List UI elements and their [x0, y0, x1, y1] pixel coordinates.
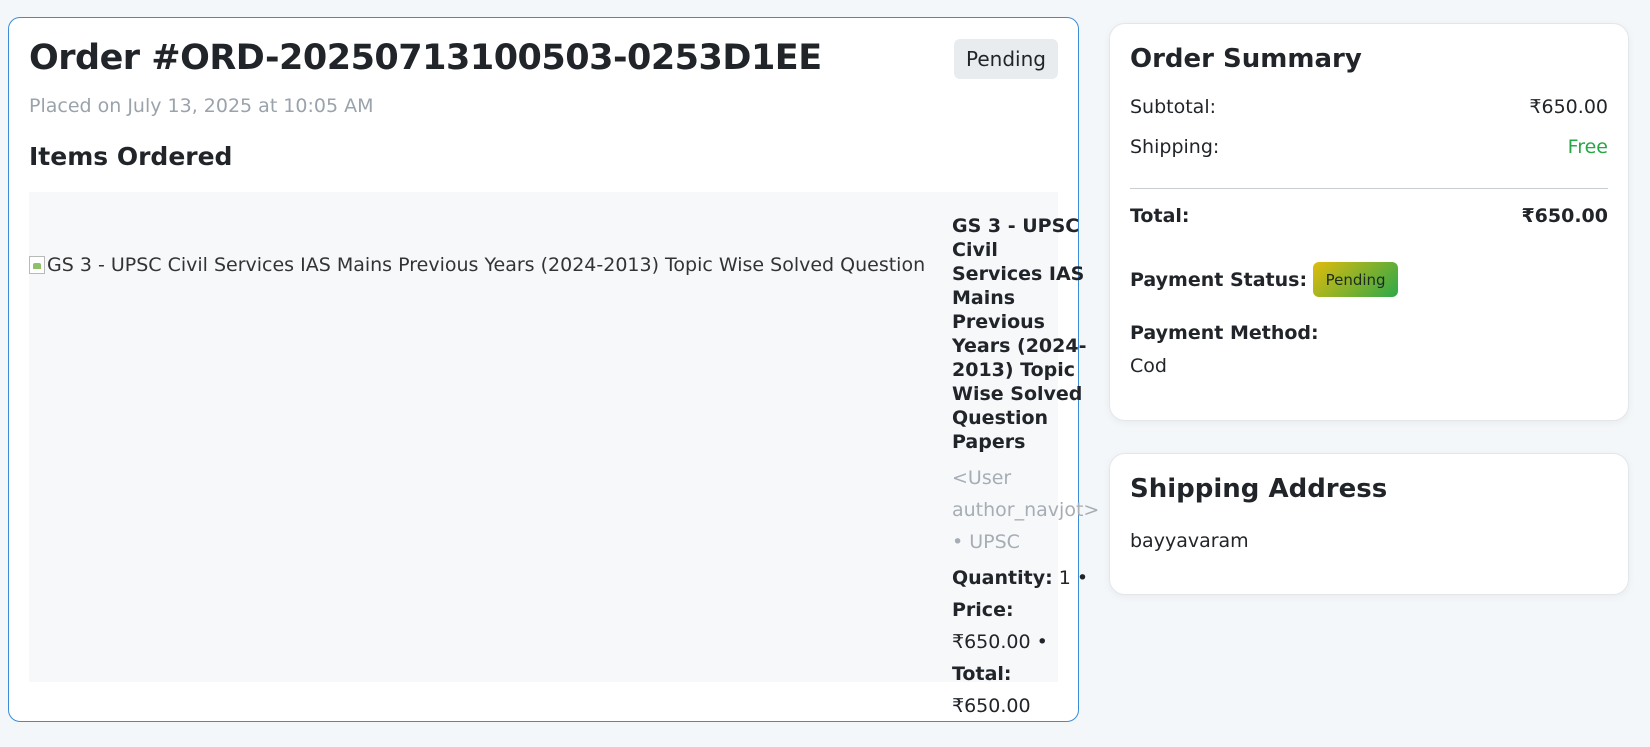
total-row: Total: ₹650.00	[1130, 205, 1608, 227]
item-category: • UPSC	[952, 531, 1020, 553]
order-summary-card: Order Summary Subtotal: ₹650.00 Shipping…	[1109, 23, 1629, 421]
item-total-label: Total:	[952, 663, 1012, 685]
order-title: Order #ORD-20250713100503-0253D1EE	[29, 38, 822, 78]
shipping-address-title: Shipping Address	[1130, 474, 1388, 504]
shipping-address-card: Shipping Address bayyavaram	[1109, 453, 1629, 595]
shipping-label: Shipping:	[1130, 136, 1220, 158]
order-summary-title: Order Summary	[1130, 44, 1362, 74]
item-quantity: 1	[1058, 567, 1071, 589]
subtotal-row: Subtotal: ₹650.00	[1130, 96, 1608, 118]
items-ordered-heading: Items Ordered	[29, 142, 233, 171]
item-meta: <User author_navjot> • UPSC	[952, 462, 1099, 558]
order-status-badge: Pending	[954, 39, 1058, 79]
total-label: Total:	[1130, 205, 1190, 227]
item-pricing: Quantity: 1 • Price: ₹650.00 • Total: ₹6…	[952, 567, 1089, 717]
shipping-row: Shipping: Free	[1130, 136, 1608, 158]
order-placed-date: Placed on July 13, 2025 at 10:05 AM	[29, 95, 374, 117]
subtotal-value: ₹650.00	[1529, 96, 1608, 118]
payment-status-label: Payment Status:	[1130, 268, 1308, 291]
order-card: Order #ORD-20250713100503-0253D1EE Pendi…	[8, 17, 1099, 722]
item-image: GS 3 - UPSC Civil Services IAS Mains Pre…	[29, 251, 924, 279]
price-label: Price:	[952, 599, 1014, 621]
item-details: GS 3 - UPSC Civil Services IAS Mains Pre…	[952, 214, 1099, 722]
subtotal-label: Subtotal:	[1130, 96, 1217, 118]
shipping-value: Free	[1567, 136, 1608, 158]
payment-status-row: Payment Status: Pending	[1130, 262, 1399, 297]
broken-image-icon	[29, 256, 45, 274]
item-image-alt-text: GS 3 - UPSC Civil Services IAS Mains Pre…	[47, 254, 924, 276]
item-total: ₹650.00	[952, 695, 1031, 717]
item-price: ₹650.00	[952, 631, 1031, 653]
item-author: <User author_navjot>	[952, 467, 1100, 521]
total-value: ₹650.00	[1521, 205, 1608, 227]
payment-status-badge: Pending	[1313, 262, 1399, 297]
summary-divider	[1130, 188, 1608, 189]
item-name: GS 3 - UPSC Civil Services IAS Mains Pre…	[952, 215, 1087, 453]
payment-method-label: Payment Method:	[1130, 322, 1319, 344]
quantity-label: Quantity:	[952, 567, 1053, 589]
shipping-address-text: bayyavaram	[1130, 530, 1249, 552]
payment-method-value: Cod	[1130, 355, 1167, 377]
